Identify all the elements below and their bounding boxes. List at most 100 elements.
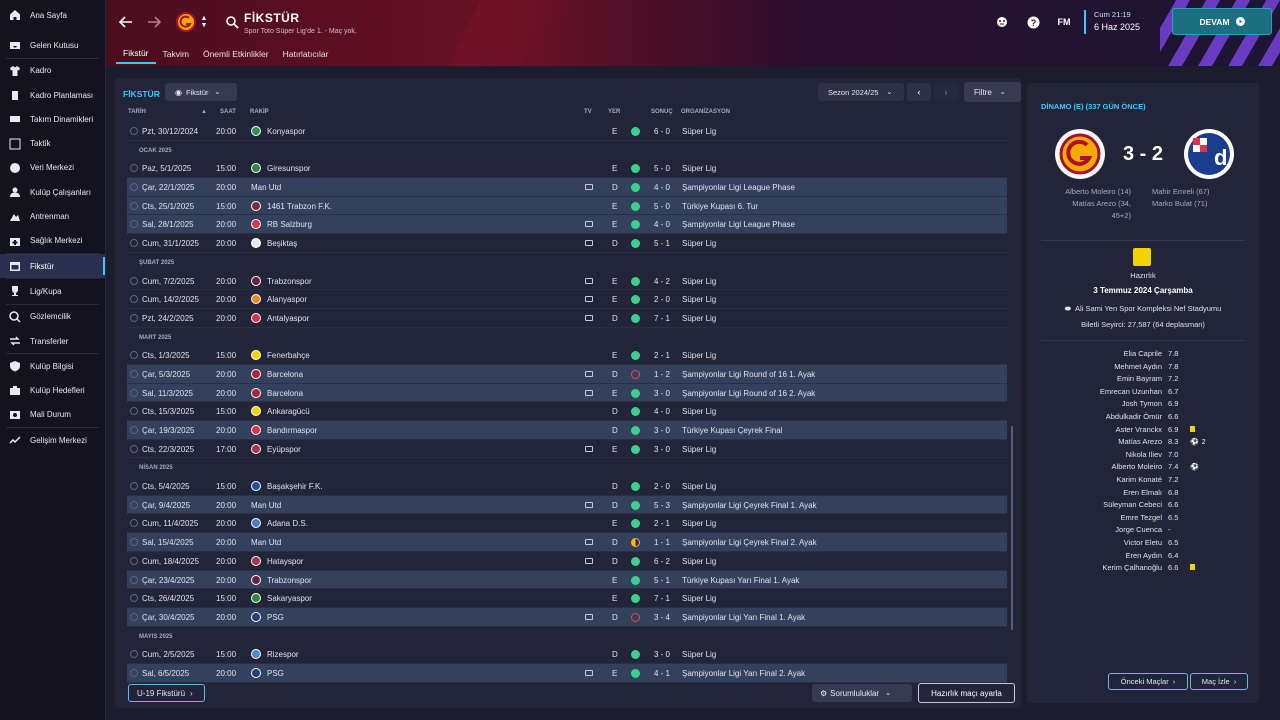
sidebar-item-kulüp-bilgisi[interactable]: Kulüp Bilgisi <box>0 354 105 378</box>
opponent-name[interactable]: PSG <box>267 669 284 678</box>
fixture-score[interactable]: 5 - 0 <box>654 202 670 211</box>
player-rating-row[interactable]: Abdulkadir Ömür 6.6 <box>1027 412 1259 425</box>
player-rating-row[interactable]: Alberto Moleiro 7.4 ⚽ <box>1027 462 1259 475</box>
fixture-score[interactable]: 2 - 0 <box>654 482 670 491</box>
fixture-row[interactable]: Cts, 5/4/2025 15:00 Başakşehir F.K. D 2 - 0 S… <box>127 477 1007 496</box>
fixture-competition[interactable]: Şampiyonlar Ligi League Phase <box>682 220 795 229</box>
fixture-score[interactable]: 1 - 1 <box>654 538 670 547</box>
fixture-row[interactable]: Cum, 18/4/2025 20:00 Hatayspor D 6 - 2 Süper … <box>127 552 1007 571</box>
fixture-score[interactable]: 3 - 0 <box>654 650 670 659</box>
opponent-name[interactable]: Hatayspor <box>267 557 303 566</box>
fixture-competition[interactable]: Şampiyonlar Ligi Yarı Final 1. Ayak <box>682 613 805 622</box>
fixture-competition[interactable]: Süper Lig <box>682 407 716 416</box>
fixture-row[interactable]: Cum, 7/2/2025 20:00 Trabzonspor E 4 - 2 Süper… <box>127 272 1007 291</box>
fixture-competition[interactable]: Türkiye Kupası Çeyrek Final <box>682 426 782 435</box>
player-rating-row[interactable]: Emre Tezgel 6.5 <box>1027 513 1259 526</box>
sidebar-item-veri-merkezi[interactable]: Veri Merkezi <box>0 156 105 180</box>
fixture-score[interactable]: 2 - 1 <box>654 351 670 360</box>
forward-button[interactable] <box>144 12 164 32</box>
fixture-row[interactable]: Pzt, 24/2/2025 20:00 Antalyaspor D 7 - 1 Süpe… <box>127 309 1007 328</box>
arrange-friendly-button[interactable]: Hazırlık maçı ayarla <box>918 683 1015 703</box>
player-rating-row[interactable]: Jorge Cuenca - <box>1027 525 1259 538</box>
responsibilities-button[interactable]: ⚙ Sorumluluklar ⌄ <box>812 684 912 702</box>
player-rating-row[interactable]: Mehmet Aydın 7.8 <box>1027 362 1259 375</box>
opponent-name[interactable]: Antalyaspor <box>267 314 309 323</box>
fixture-competition[interactable]: Süper Lig <box>682 277 716 286</box>
fixture-row[interactable]: Pzt, 30/12/2024 20:00 Konyaspor E 6 - 0 Süper… <box>127 122 1007 141</box>
sidebar-item-antrenman[interactable]: Antrenman <box>0 204 105 228</box>
fixture-row[interactable]: Cum, 31/1/2025 20:00 Beşiktaş D 5 - 1 Süper L… <box>127 234 1007 253</box>
fixture-competition[interactable]: Süper Lig <box>682 295 716 304</box>
help-button[interactable]: ? <box>1025 14 1041 30</box>
fixture-score[interactable]: 5 - 3 <box>654 501 670 510</box>
opponent-name[interactable]: Eyüpspor <box>267 445 301 454</box>
fixture-row[interactable]: Cts, 25/1/2025 15:00 1461 Trabzon F.K. E 5 -… <box>127 196 1007 216</box>
season-dropdown[interactable]: Sezon 2024/25 ⌄ <box>818 83 904 101</box>
fixture-row[interactable]: Sal, 28/1/2025 20:00 RB Salzburg E 4 - 0 Şamp… <box>127 215 1007 235</box>
opponent-name[interactable]: Man Utd <box>251 538 281 547</box>
fixture-row[interactable]: Çar, 22/1/2025 20:00 Man Utd D 4 - 0 Şampiyon… <box>127 178 1007 197</box>
sidebar-item-sağlık-merkezi[interactable]: Sağlık Merkezi <box>0 229 105 253</box>
back-button[interactable] <box>116 12 136 32</box>
player-rating-row[interactable]: Süleyman Cebeci 6.6 <box>1027 500 1259 513</box>
fixture-score[interactable]: 6 - 2 <box>654 557 670 566</box>
sidebar-item-fikstür[interactable]: Fikstür <box>0 253 105 279</box>
fixture-row[interactable]: Sal, 11/3/2025 20:00 Barcelona E 3 - 0 Şampiy… <box>127 383 1007 403</box>
fixture-row[interactable]: Paz, 5/1/2025 15:00 Giresunspor E 5 - 0 Süper… <box>127 159 1007 179</box>
u19-fixtures-button[interactable]: U-19 Fikstürü › <box>128 684 205 702</box>
sidebar-item-ana-sayfa[interactable]: Ana Sayfa <box>0 3 105 27</box>
fixture-row[interactable]: Cts, 22/3/2025 17:00 Eyüpspor E 3 - 0 Süper L… <box>127 440 1007 459</box>
opponent-name[interactable]: Man Utd <box>251 183 281 192</box>
fixture-competition[interactable]: Şampiyonlar Ligi Round of 16 2. Ayak <box>682 389 815 398</box>
fixture-row[interactable]: Çar, 5/3/2025 20:00 Barcelona D 1 - 2 Şampiyo… <box>127 364 1007 384</box>
fixture-score[interactable]: 2 - 1 <box>654 519 670 528</box>
player-rating-row[interactable]: Eren Aydın 6.4 <box>1027 551 1259 564</box>
social-button[interactable] <box>994 14 1010 30</box>
fixture-competition[interactable]: Şampiyonlar Ligi Round of 16 1. Ayak <box>682 370 815 379</box>
sidebar-item-gelişim-merkezi[interactable]: Gelişim Merkezi <box>0 428 105 452</box>
fixture-competition[interactable]: Türkiye Kupası Yarı Final 1. Ayak <box>682 576 799 585</box>
col-result[interactable]: SONUÇ <box>651 109 673 115</box>
player-rating-row[interactable]: Josh Tymon 6.9 <box>1027 399 1259 412</box>
col-tv[interactable]: TV <box>584 109 592 115</box>
opponent-name[interactable]: Rizespor <box>267 650 299 659</box>
player-rating-row[interactable]: Eren Elmalı 6.8 <box>1027 488 1259 501</box>
fixture-competition[interactable]: Şampiyonlar Ligi League Phase <box>682 183 795 192</box>
opponent-name[interactable]: Başakşehir F.K. <box>267 482 323 491</box>
player-rating-row[interactable]: Emin Bayram 7.2 <box>1027 374 1259 387</box>
fixture-competition[interactable]: Süper Lig <box>682 164 716 173</box>
search-button[interactable] <box>222 12 242 32</box>
fixture-row[interactable]: Çar, 9/4/2025 20:00 Man Utd D 5 - 3 Şampiyonl… <box>127 495 1007 515</box>
club-badge[interactable] <box>176 12 196 32</box>
fixture-row[interactable]: Cum, 2/5/2025 15:00 Rizespor D 3 - 0 Süper Li… <box>127 645 1007 664</box>
player-rating-row[interactable]: Emrecan Uzunhan 6.7 <box>1027 387 1259 400</box>
fixture-row[interactable]: Çar, 30/4/2025 20:00 PSG D 3 - 4 Şampiyonlar … <box>127 607 1007 627</box>
fixture-competition[interactable]: Süper Lig <box>682 127 716 136</box>
fixture-row[interactable]: Cum, 11/4/2025 20:00 Adana D.S. E 2 - 1 Süper… <box>127 514 1007 534</box>
fixture-score[interactable]: 4 - 0 <box>654 407 670 416</box>
fixture-score[interactable]: 2 - 0 <box>654 295 670 304</box>
opponent-name[interactable]: Beşiktaş <box>267 239 297 248</box>
sidebar-item-kadro[interactable]: Kadro <box>0 59 105 83</box>
opponent-name[interactable]: Barcelona <box>267 389 303 398</box>
fixture-score[interactable]: 4 - 1 <box>654 669 670 678</box>
watch-match-button[interactable]: Maç İzle › <box>1190 673 1248 690</box>
col-opponent[interactable]: RAKİP <box>250 109 269 115</box>
player-rating-row[interactable]: Kerim Çalhanoğlu 6.6 <box>1027 563 1259 576</box>
sidebar-item-transferler[interactable]: Transferler <box>0 329 105 353</box>
opponent-name[interactable]: Trabzonspor <box>267 277 312 286</box>
tab-0[interactable]: Fikstür <box>116 44 156 64</box>
fixture-competition[interactable]: Süper Lig <box>682 445 716 454</box>
fixture-row[interactable]: Çar, 23/4/2025 20:00 Trabzonspor E 5 - 1 Türk… <box>127 570 1007 590</box>
fixture-competition[interactable]: Süper Lig <box>682 351 716 360</box>
col-time[interactable]: SAAT <box>220 109 236 115</box>
sidebar-item-gözlemcilik[interactable]: Gözlemcilik <box>0 305 105 329</box>
fixture-competition[interactable]: Şampiyonlar Ligi Çeyrek Final 1. Ayak <box>682 501 817 510</box>
fixture-score[interactable]: 6 - 0 <box>654 127 670 136</box>
fixture-score[interactable]: 7 - 1 <box>654 594 670 603</box>
view-dropdown[interactable]: ◉ Fikstür ⌄ <box>165 83 237 101</box>
sidebar-item-gelen-kutusu[interactable]: Gelen Kutusu <box>0 33 105 57</box>
fixture-score[interactable]: 3 - 4 <box>654 613 670 622</box>
sidebar-item-kadro-planlaması[interactable]: Kadro Planlaması <box>0 83 105 107</box>
fixture-competition[interactable]: Süper Lig <box>682 519 716 528</box>
